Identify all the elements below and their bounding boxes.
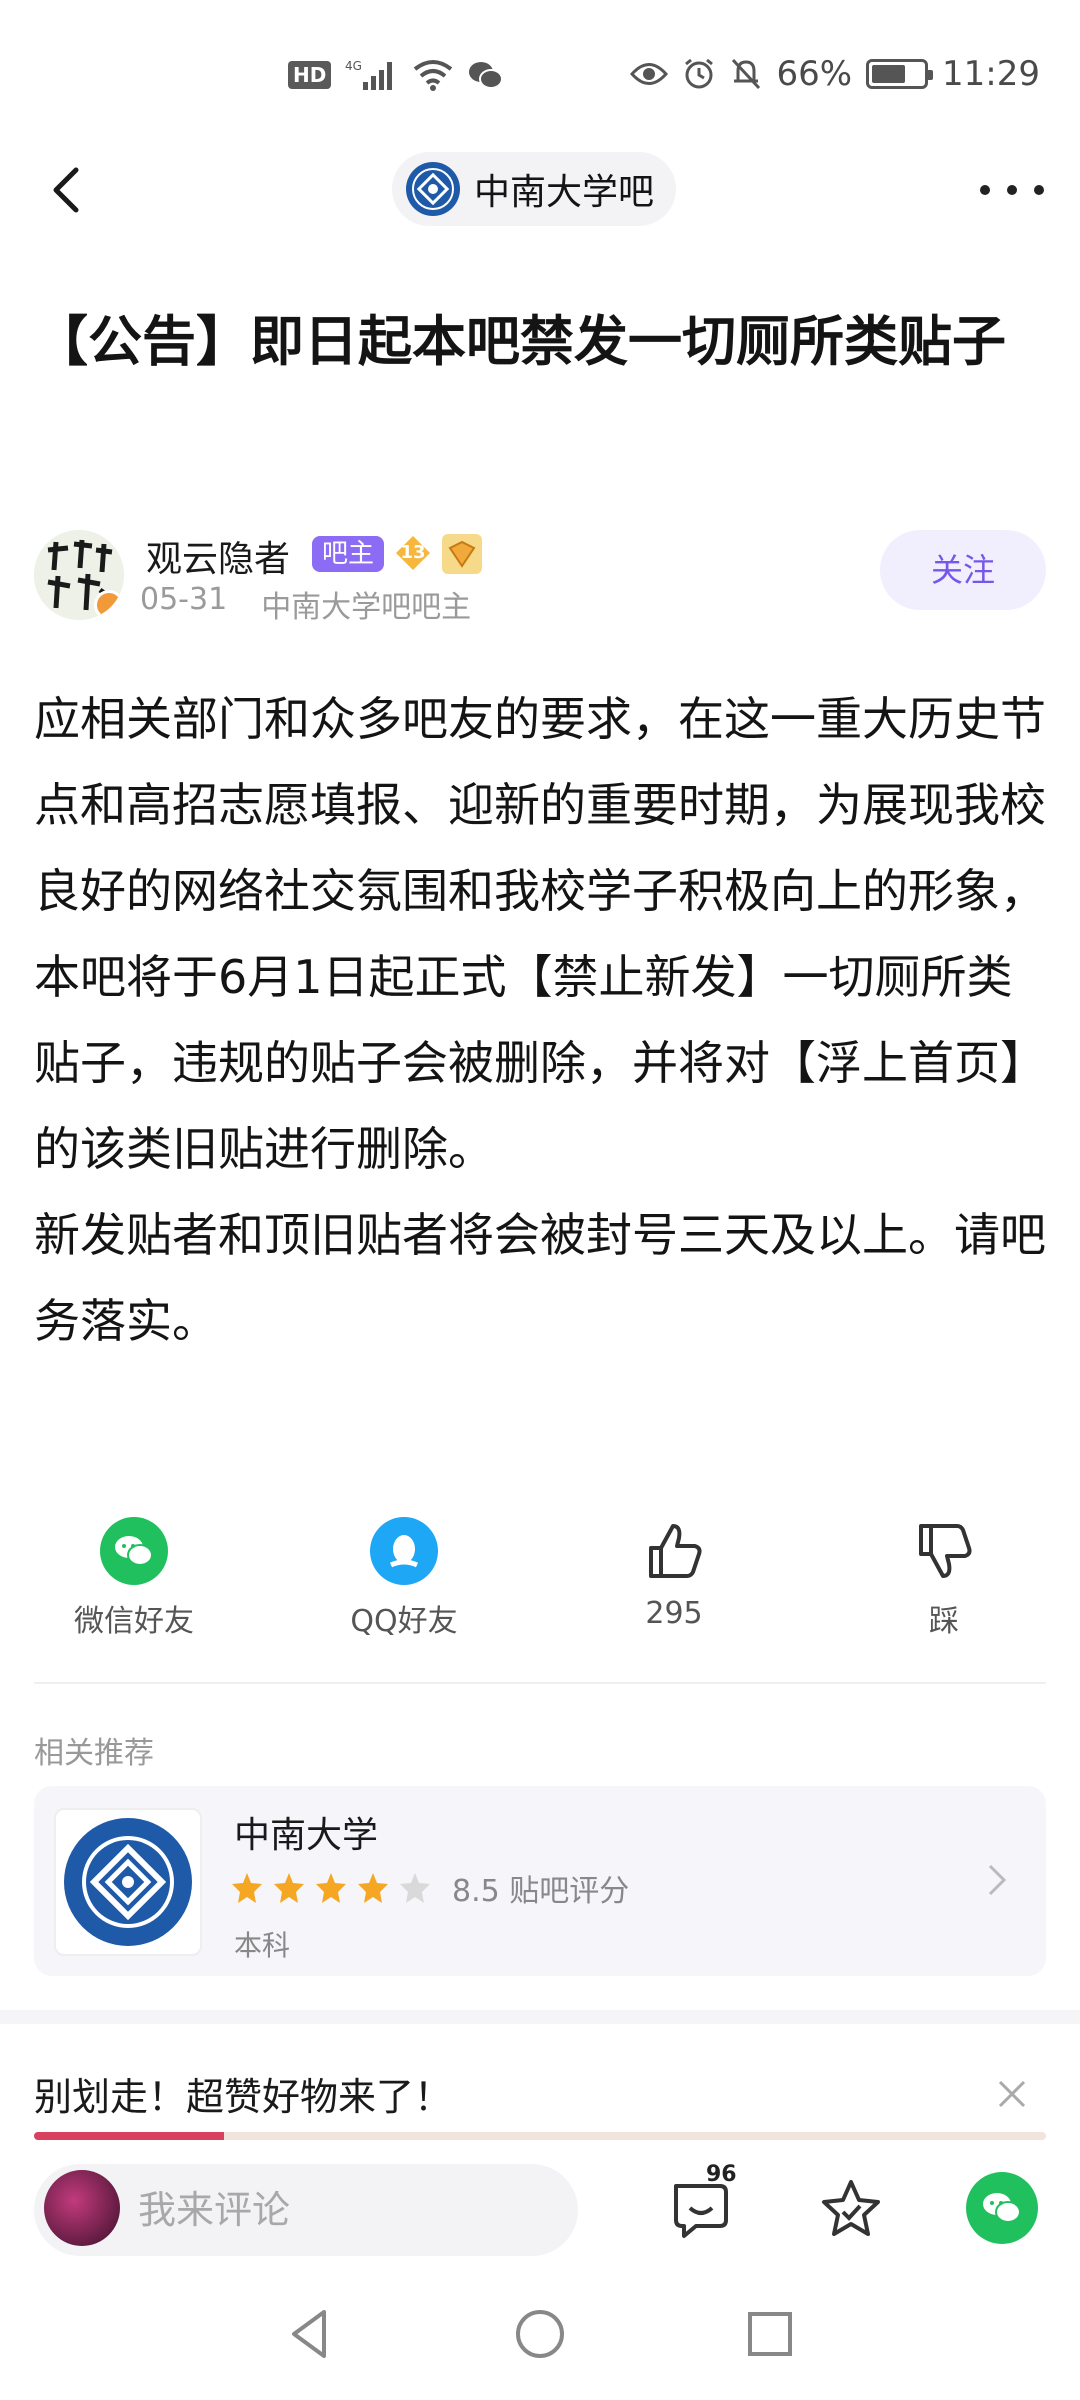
follow-button[interactable]: 关注 — [880, 530, 1046, 610]
related-forum-name: 中南大学 — [234, 1815, 379, 1856]
dot-icon — [980, 185, 990, 195]
system-recents-button[interactable] — [740, 2304, 800, 2364]
like-button[interactable]: 295 — [574, 1516, 774, 1631]
star-icon — [822, 2180, 880, 2236]
user-avatar[interactable] — [44, 2170, 120, 2246]
section-gap — [0, 2010, 1080, 2024]
dislike-button[interactable]: 踩 — [844, 1516, 1044, 1640]
status-bar: HD 4G 66% 11:29 — [0, 0, 1080, 150]
top-nav-bar: 中南大学吧 — [0, 150, 1080, 270]
related-forum-card[interactable]: 中南大学 8.5 贴吧评分 本科 — [34, 1786, 1046, 1976]
post-date: 05-31 — [140, 582, 228, 617]
dislike-icon-wrap — [909, 1516, 979, 1586]
share-wechat-button[interactable]: 微信好友 — [34, 1516, 234, 1640]
wifi-icon — [413, 59, 453, 91]
qq-icon-wrap — [369, 1516, 439, 1586]
square-recents-icon — [748, 2312, 792, 2356]
battery-level — [872, 65, 906, 83]
wechat-notify-icon — [467, 60, 504, 90]
back-button[interactable] — [40, 160, 100, 220]
battery-icon — [866, 59, 934, 89]
avatar-level-badge — [94, 590, 124, 620]
circle-home-icon — [516, 2310, 564, 2358]
mute-icon — [730, 57, 762, 91]
star-filled-icon — [316, 1873, 346, 1903]
like-count: 295 — [645, 1596, 703, 1631]
bottom-comment-bar: 96 — [0, 2140, 1080, 2280]
like-icon-wrap — [639, 1516, 709, 1586]
chevron-right-icon — [982, 1860, 1012, 1900]
author-name[interactable]: 观云隐者 — [146, 530, 290, 582]
related-label: 相关推荐 — [34, 1736, 154, 1771]
close-icon[interactable] — [994, 2076, 1030, 2112]
status-time: 11:29 — [942, 54, 1040, 94]
admin-badge: 吧主 — [312, 536, 385, 572]
chevron-left-icon — [53, 167, 79, 213]
promo-text: 别划走！超赞好物来了！ — [34, 2075, 453, 2119]
wechat-icon-wrap — [99, 1516, 169, 1586]
rating-score: 8.5 贴吧评分 — [452, 1874, 630, 1909]
share-qq-button[interactable]: QQ好友 — [304, 1516, 504, 1640]
post-body: 应相关部门和众多吧友的要求，在这一重大历史节点和高招志愿填报、迎新的重要时期，为… — [34, 692, 1046, 1348]
dot-icon — [1034, 185, 1044, 195]
battery-percent: 66% — [776, 54, 853, 94]
post-title: 【公告】即日起本吧禁发一切厕所类贴子 — [34, 310, 1006, 373]
svg-text:4G: 4G — [345, 59, 362, 73]
school-type: 本科 — [234, 1929, 291, 1962]
dot-icon — [1007, 185, 1017, 195]
school-emblem-icon — [54, 1808, 202, 1956]
thumbs-up-icon — [649, 1524, 702, 1578]
signal-icon: 4G — [345, 58, 399, 92]
alarm-icon — [682, 57, 716, 91]
level-number: 13 — [400, 542, 426, 563]
favorite-button[interactable] — [816, 2174, 886, 2244]
more-options-button[interactable] — [980, 178, 1044, 202]
level-badge: 13 — [394, 534, 432, 572]
post-actions: 微信好友 QQ好友 295 踩 — [0, 1516, 1080, 1646]
triangle-back-icon — [292, 2310, 326, 2358]
qq-icon — [370, 1517, 438, 1585]
share-wechat-bottom-button[interactable] — [966, 2172, 1038, 2244]
divider — [34, 1682, 1046, 1684]
rating-stars: 8.5 贴吧评分 — [230, 1866, 629, 1910]
comment-count: 96 — [706, 2162, 737, 2187]
author-avatar[interactable] — [34, 530, 124, 620]
author-row: 观云隐者 吧主 13 05-31 中南大学吧吧主 关注 — [34, 530, 1046, 625]
hd-icon: HD — [288, 61, 332, 89]
forum-chip[interactable]: 中南大学吧 — [392, 152, 677, 226]
star-filled-icon — [232, 1873, 262, 1903]
wechat-icon — [100, 1517, 168, 1585]
system-nav-bar — [0, 2280, 1080, 2400]
qq-label: QQ好友 — [350, 1604, 458, 1639]
status-right: 66% 11:29 — [630, 54, 1040, 94]
wechat-label: 微信好友 — [74, 1604, 194, 1639]
promo-banner-edge — [34, 2132, 1046, 2140]
dislike-label: 踩 — [929, 1604, 959, 1639]
system-home-button[interactable] — [510, 2304, 570, 2364]
school-logo-icon — [406, 162, 460, 216]
status-left: HD 4G — [288, 58, 504, 92]
wechat-icon — [983, 2193, 1021, 2223]
system-back-button[interactable] — [280, 2304, 340, 2364]
star-row — [230, 1871, 432, 1905]
forum-name: 中南大学吧 — [474, 172, 655, 213]
vip-badge-icon — [442, 534, 482, 574]
author-meta: 05-31 中南大学吧吧主 — [140, 582, 471, 626]
author-role: 中南大学吧吧主 — [261, 590, 472, 625]
star-filled-icon — [274, 1873, 304, 1903]
star-filled-icon — [358, 1873, 388, 1903]
eye-icon — [630, 61, 669, 87]
thumbs-down-icon — [919, 1524, 972, 1578]
star-empty-icon — [400, 1873, 430, 1903]
